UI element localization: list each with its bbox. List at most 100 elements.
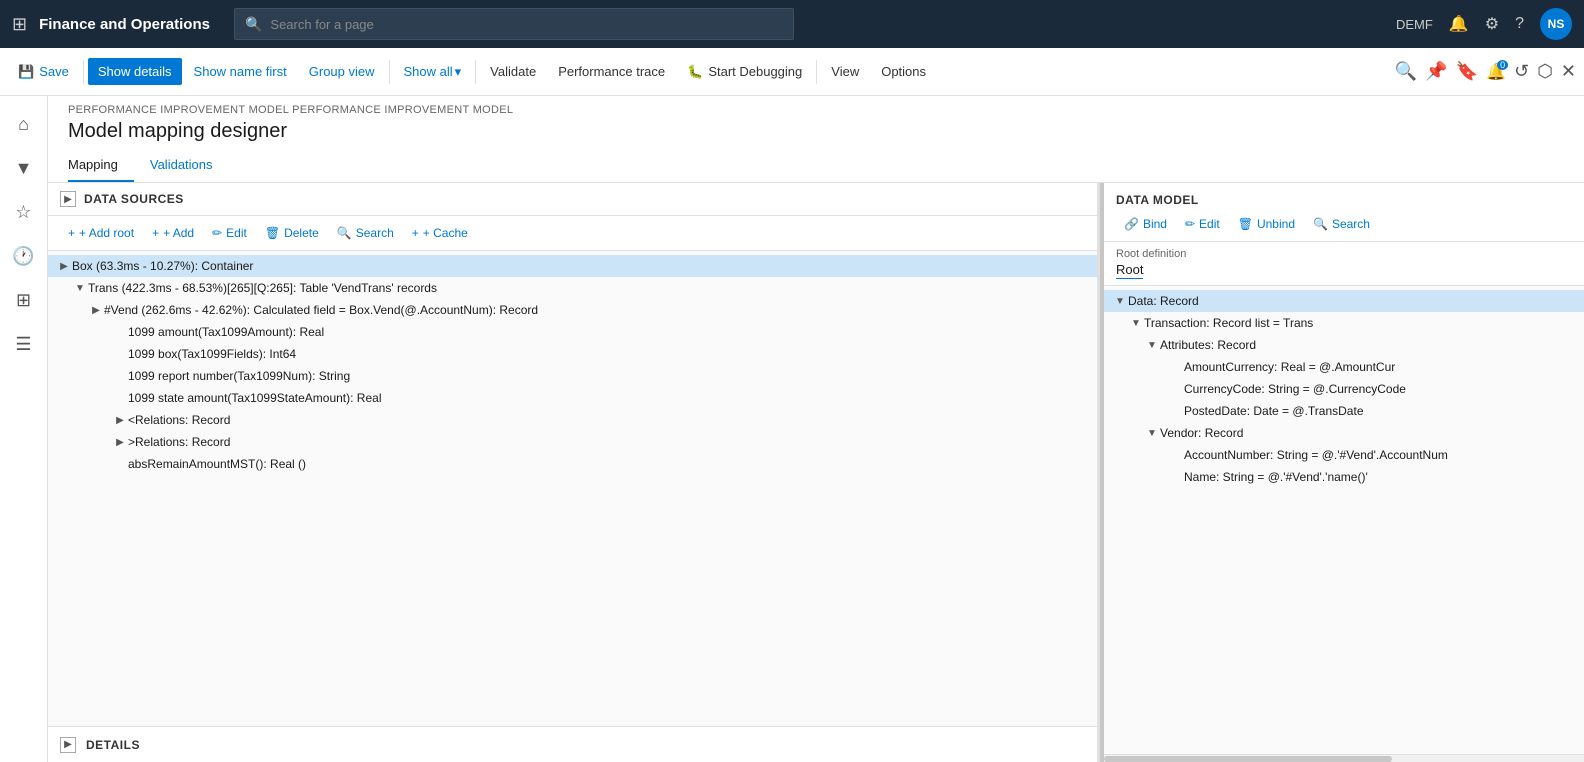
- start-debugging-button[interactable]: 🐛 Start Debugging: [677, 58, 812, 86]
- separator: [83, 60, 84, 84]
- edit-icon: ✏: [212, 226, 222, 240]
- sidebar-home-icon[interactable]: ⌂: [4, 104, 44, 144]
- expand-arrow[interactable]: ▶: [112, 434, 128, 450]
- unbind-button[interactable]: 🗑 Unbind: [1230, 213, 1303, 235]
- help-icon[interactable]: ?: [1515, 15, 1524, 33]
- bind-button[interactable]: 🔗 Bind: [1116, 213, 1175, 235]
- expand-arrow[interactable]: ▼: [1144, 337, 1160, 353]
- expand-arrow[interactable]: ▼: [72, 280, 88, 296]
- separator2: [389, 60, 390, 84]
- save-icon: 💾: [18, 64, 34, 80]
- edit-model-button[interactable]: ✏ Edit: [1177, 213, 1228, 235]
- tree-item[interactable]: ▼ Vendor: Record: [1104, 422, 1584, 444]
- global-search-bar[interactable]: 🔍: [234, 8, 794, 40]
- data-sources-title: DATA SOURCES: [84, 192, 184, 206]
- add-root-button[interactable]: + + Add root: [60, 222, 142, 244]
- bookmark-icon[interactable]: 🔖: [1456, 61, 1478, 82]
- search-icon: 🔍: [337, 226, 352, 240]
- data-sources-pane: ▶ DATA SOURCES + + Add root + + Add ✏ Ed…: [48, 183, 1100, 762]
- tree-item[interactable]: ▶ PostedDate: Date = @.TransDate: [1104, 400, 1584, 422]
- save-button[interactable]: 💾 Save: [8, 58, 79, 86]
- avatar[interactable]: NS: [1540, 8, 1572, 40]
- group-view-button[interactable]: Group view: [299, 58, 385, 85]
- options-button[interactable]: Options: [871, 58, 936, 85]
- tree-item[interactable]: ▼ Trans (422.3ms - 68.53%)[265][Q:265]: …: [48, 277, 1097, 299]
- search-model-button[interactable]: 🔍 Search: [1305, 213, 1378, 235]
- expand-arrow[interactable]: ▼: [1112, 293, 1128, 309]
- nav-right: DEMF 🔔 ⚙ ? NS: [1396, 8, 1572, 40]
- settings-icon[interactable]: ⚙: [1485, 14, 1499, 34]
- view-button[interactable]: View: [821, 58, 869, 85]
- tree-item[interactable]: ▶ absRemainAmountMST(): Real (): [48, 453, 1097, 475]
- data-model-tree: ▼ Data: Record ▼ Transaction: Record lis…: [1104, 286, 1584, 754]
- tab-mapping[interactable]: Mapping: [68, 151, 134, 182]
- chevron-down-icon: ▾: [455, 64, 462, 80]
- grid-icon[interactable]: ⊞: [12, 14, 27, 35]
- expand-arrow[interactable]: ▼: [1128, 315, 1144, 331]
- expand-arrow[interactable]: ▼: [1144, 425, 1160, 441]
- add-button[interactable]: + + Add: [144, 222, 202, 244]
- command-bar: 💾 Save Show details Show name first Grou…: [0, 48, 1584, 96]
- tree-item[interactable]: ▶ Box (63.3ms - 10.27%): Container: [48, 255, 1097, 277]
- tab-bar: Mapping Validations: [68, 151, 1564, 182]
- validate-button[interactable]: Validate: [480, 58, 546, 85]
- search-icon: 🔍: [1313, 217, 1328, 231]
- close-icon[interactable]: ✕: [1561, 61, 1576, 82]
- tree-item[interactable]: ▶ CurrencyCode: String = @.CurrencyCode: [1104, 378, 1584, 400]
- sidebar-recent-icon[interactable]: 🕐: [4, 236, 44, 276]
- open-new-icon[interactable]: ⬡: [1537, 61, 1553, 82]
- page-title: Model mapping designer: [68, 120, 1564, 143]
- sidebar-favorites-icon[interactable]: ☆: [4, 192, 44, 232]
- show-name-first-button[interactable]: Show name first: [184, 58, 297, 85]
- tree-item[interactable]: ▶ AccountNumber: String = @.'#Vend'.Acco…: [1104, 444, 1584, 466]
- tree-item[interactable]: ▶ <Relations: Record: [48, 409, 1097, 431]
- data-model-toolbar: 🔗 Bind ✏ Edit 🗑 Unbind 🔍: [1116, 213, 1572, 235]
- content-area: PERFORMANCE IMPROVEMENT MODEL PERFORMANC…: [48, 96, 1584, 762]
- search-input[interactable]: [270, 17, 783, 32]
- expand-arrow[interactable]: ▶: [56, 258, 72, 274]
- sidebar-grid-icon[interactable]: ⊞: [4, 280, 44, 320]
- show-details-button[interactable]: Show details: [88, 58, 182, 85]
- data-model-pane: DATA MODEL 🔗 Bind ✏ Edit 🗑 Unbind: [1104, 183, 1584, 762]
- data-sources-tree: ▶ Box (63.3ms - 10.27%): Container ▼ Tra…: [48, 251, 1097, 726]
- show-all-button[interactable]: Show all ▾: [394, 58, 472, 86]
- notification-icon[interactable]: 🔔: [1449, 14, 1469, 34]
- expand-arrow[interactable]: ▶: [88, 302, 104, 318]
- env-label: DEMF: [1396, 17, 1433, 32]
- expand-arrow[interactable]: ▶: [112, 412, 128, 428]
- search-page-icon[interactable]: 🔍: [1395, 61, 1417, 82]
- notification-count[interactable]: 🔔0: [1486, 62, 1506, 82]
- top-navigation: ⊞ Finance and Operations 🔍 DEMF 🔔 ⚙ ? NS: [0, 0, 1584, 48]
- tree-item[interactable]: ▶ AmountCurrency: Real = @.AmountCur: [1104, 356, 1584, 378]
- collapse-left-btn[interactable]: ▶: [60, 191, 76, 207]
- data-sources-toolbar: + + Add root + + Add ✏ Edit 🗑 Delete: [48, 216, 1097, 251]
- tree-item[interactable]: ▼ Attributes: Record: [1104, 334, 1584, 356]
- cache-button[interactable]: + + Cache: [404, 222, 476, 244]
- edit-button[interactable]: ✏ Edit: [204, 222, 255, 244]
- pin-icon[interactable]: 📌: [1425, 61, 1447, 82]
- cache-icon: +: [412, 226, 419, 240]
- performance-trace-button[interactable]: Performance trace: [548, 58, 675, 85]
- tree-item[interactable]: ▶ 1099 report number(Tax1099Num): String: [48, 365, 1097, 387]
- expand-details-btn[interactable]: ▶: [60, 737, 76, 753]
- tree-item[interactable]: ▶ >Relations: Record: [48, 431, 1097, 453]
- horizontal-scrollbar[interactable]: [1104, 754, 1584, 762]
- search-icon: 🔍: [245, 16, 262, 33]
- add-icon: +: [152, 226, 159, 240]
- main-wrapper: ⌂ ▼ ☆ 🕐 ⊞ ☰ PERFORMANCE IMPROVEMENT MODE…: [0, 96, 1584, 762]
- tree-item[interactable]: ▶ Name: String = @.'#Vend'.'name()': [1104, 466, 1584, 488]
- tree-item[interactable]: ▼ Transaction: Record list = Trans: [1104, 312, 1584, 334]
- refresh-icon[interactable]: ↺: [1514, 61, 1529, 82]
- tab-validations[interactable]: Validations: [150, 151, 229, 182]
- tree-item[interactable]: ▶ 1099 amount(Tax1099Amount): Real: [48, 321, 1097, 343]
- sidebar-filter-icon[interactable]: ▼: [4, 148, 44, 188]
- tree-item[interactable]: ▼ Data: Record: [1104, 290, 1584, 312]
- sidebar-list-icon[interactable]: ☰: [4, 324, 44, 364]
- tree-item[interactable]: ▶ 1099 box(Tax1099Fields): Int64: [48, 343, 1097, 365]
- unlink-icon: 🗑: [1238, 217, 1253, 231]
- delete-button[interactable]: 🗑 Delete: [257, 222, 327, 244]
- separator3: [475, 60, 476, 84]
- tree-item[interactable]: ▶ 1099 state amount(Tax1099StateAmount):…: [48, 387, 1097, 409]
- search-datasource-button[interactable]: 🔍 Search: [329, 222, 402, 244]
- tree-item[interactable]: ▶ #Vend (262.6ms - 42.62%): Calculated f…: [48, 299, 1097, 321]
